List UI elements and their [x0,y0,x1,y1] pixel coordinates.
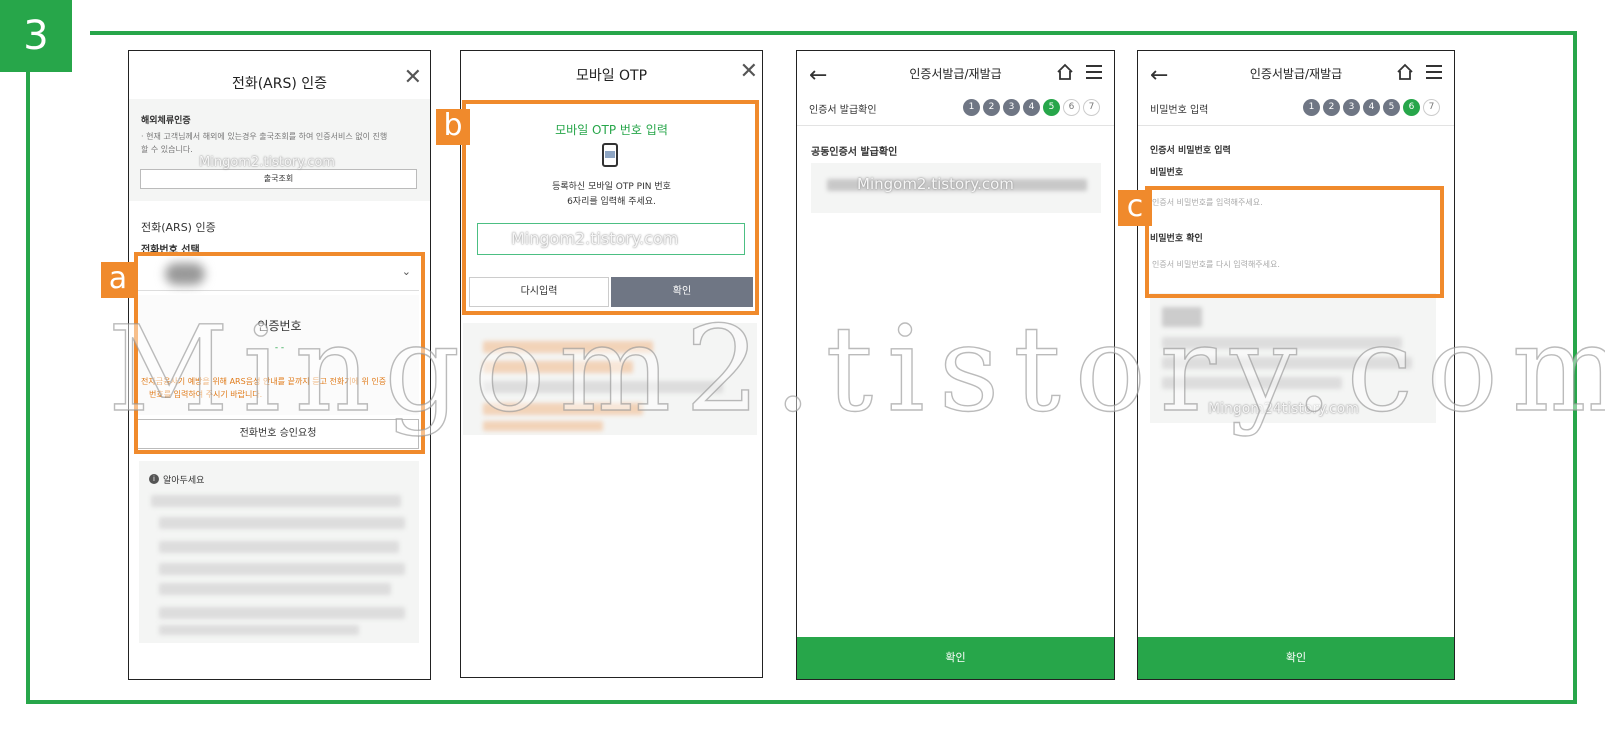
step-label: 비밀번호 입력 [1150,105,1209,116]
notice-title: 알아두세요 [163,476,205,486]
frame-notch [72,0,90,38]
step-dot: 7 [1083,99,1100,116]
ars-section-title: 전화(ARS) 인증 [141,221,216,234]
menu-icon[interactable] [1086,65,1102,79]
step-dot: 7 [1423,99,1440,116]
blurred-text [483,341,653,353]
highlight-label-b: b [436,109,470,145]
otp-panel-title: 모바일 OTP [575,68,648,84]
highlight-label-a: a [101,262,135,298]
overseas-desc-1: · 현재 고객님께서 해외에 있는경우 출국조회를 하여 인증서비스 없이 진행 [141,132,388,141]
blurred-notice-line [159,583,391,595]
watermark-small: Mingom24tistory.com [1208,401,1359,417]
blurred-text [483,381,723,393]
divider [1138,125,1454,126]
home-icon[interactable] [1396,63,1414,81]
step-dot: 1 [963,99,980,116]
close-icon[interactable]: ✕ [404,67,422,89]
blurred-text [483,361,633,373]
menu-icon[interactable] [1426,65,1442,79]
step-indicator: 1 2 3 4 5 6 7 [1303,99,1440,116]
blurred-text [1162,357,1412,369]
step-dot-active: 6 [1403,99,1420,116]
blurred-notice-line [159,607,405,619]
cert-issue-confirm-panel: ← 인증서발급/재발급 인증서 발급확인 1 2 3 4 5 6 7 공동인증서… [796,50,1115,680]
watermark-small: Mingom2.tistory.com [511,229,679,248]
ars-panel-title: 전화(ARS) 인증 [231,76,328,92]
highlight-box-c [1145,186,1444,298]
blurred-notice-line [159,517,405,529]
blurred-notice-line [159,563,405,575]
blurred-info-area [463,323,757,435]
step-number-badge: 3 [0,0,72,72]
info-icon: i [149,474,159,484]
password-label: 비밀번호 [1150,168,1184,178]
blurred-notice-line [159,625,359,635]
highlight-label-c: c [1118,190,1152,226]
step-dot: 2 [1323,99,1340,116]
highlight-box-b [462,100,759,315]
step-dot-active: 5 [1043,99,1060,116]
departure-check-button[interactable]: 출국조회 [140,169,417,189]
blurred-notice-line [151,495,401,507]
step-dot: 5 [1383,99,1400,116]
step-dot: 2 [983,99,1000,116]
close-icon[interactable]: ✕ [740,61,758,83]
highlight-box-a [134,252,425,454]
section-title: 인증서 비밀번호 입력 [1150,146,1231,156]
cert-confirm-button[interactable]: 확인 [797,637,1114,679]
blurred-text [1162,377,1342,389]
watermark-small: Mingom2.tistory.com [199,155,335,170]
overseas-desc-2: 할 수 있습니다. [141,145,193,154]
step-dot: 4 [1023,99,1040,116]
blurred-text [1162,337,1402,349]
home-icon[interactable] [1056,63,1074,81]
blurred-text [483,403,643,415]
step-dot: 4 [1363,99,1380,116]
step-dot: 1 [1303,99,1320,116]
password-confirm-button[interactable]: 확인 [1138,637,1454,679]
section-title: 공동인증서 발급확인 [811,147,898,158]
step-label: 인증서 발급확인 [809,105,877,116]
overseas-title: 해외체류인증 [141,116,191,126]
step-dot: 3 [1003,99,1020,116]
step-dot: 6 [1063,99,1080,116]
divider [797,125,1114,126]
blurred-text [1162,307,1202,327]
blurred-text [483,421,603,431]
cert-password-panel: ← 인증서발급/재발급 비밀번호 입력 1 2 3 4 5 6 7 인증서 비밀… [1137,50,1455,680]
step-dot: 3 [1343,99,1360,116]
blurred-notice-line [159,541,399,553]
watermark-small: Mingom2.tistory.com [857,175,1014,193]
step-indicator: 1 2 3 4 5 6 7 [963,99,1100,116]
